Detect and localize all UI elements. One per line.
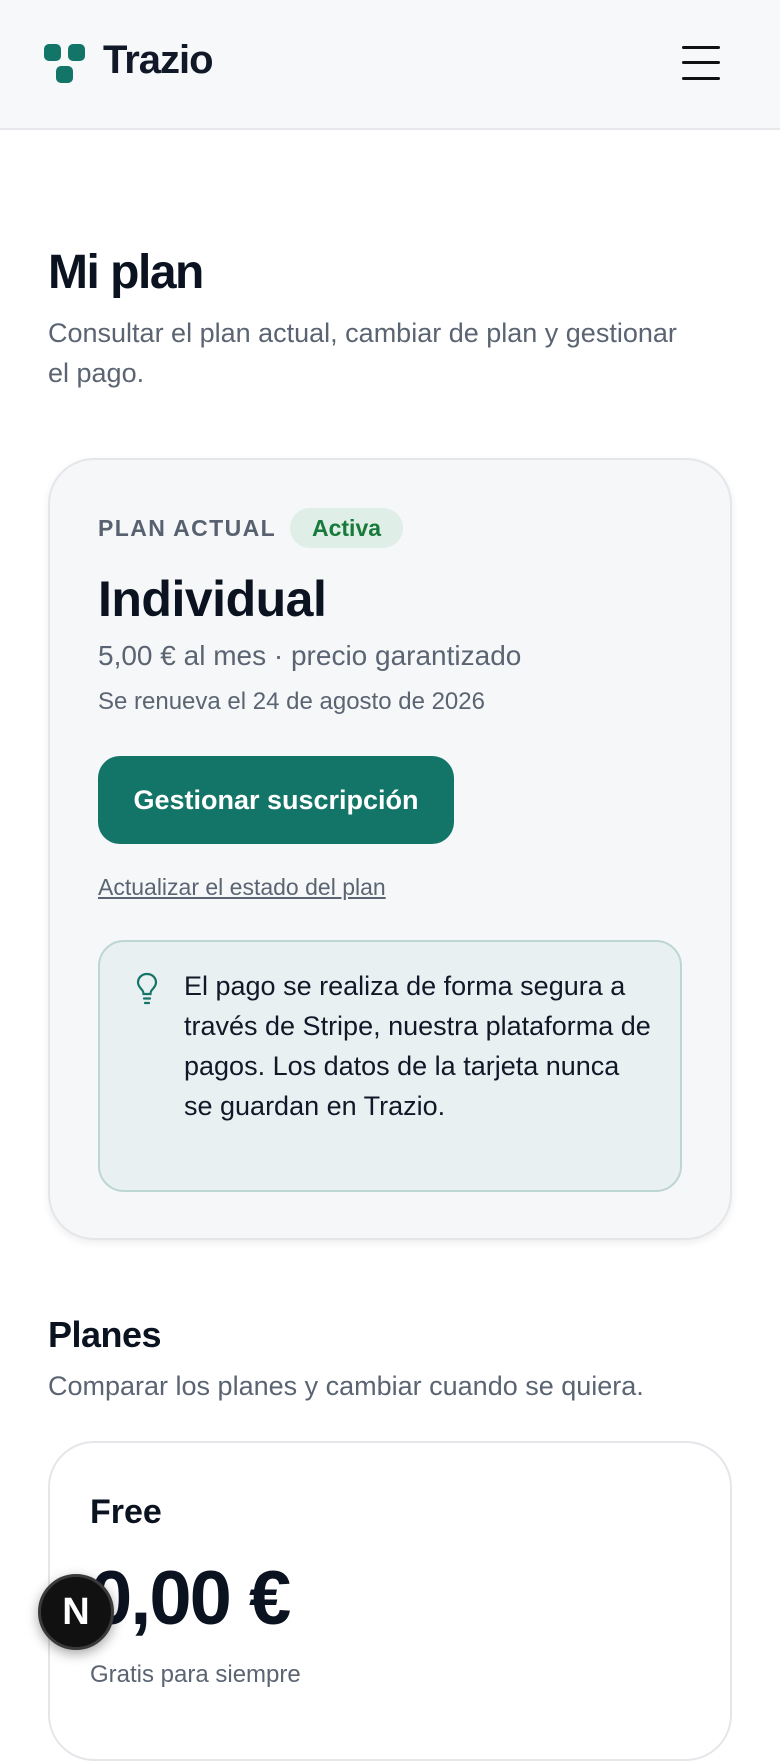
current-plan-card: PLAN ACTUAL Activa Individual 5,00 € al …	[48, 458, 732, 1240]
top-header: Trazio	[0, 0, 780, 130]
manage-subscription-button[interactable]: Gestionar suscripción	[98, 756, 454, 844]
page-subtitle: Consultar el plan actual, cambiar de pla…	[48, 318, 677, 388]
refresh-plan-status-link[interactable]: Actualizar el estado del plan	[98, 874, 386, 901]
plan-card-free: Free 0,00 € Gratis para siempre	[48, 1441, 732, 1761]
plan-name: Free	[90, 1493, 162, 1531]
status-badge: Activa	[290, 508, 404, 548]
lightbulb-icon	[136, 972, 158, 1005]
page-title: Mi plan	[48, 246, 204, 299]
brand-name[interactable]: Trazio	[103, 38, 214, 83]
current-plan-price: 5,00 € al mes · precio garantizado	[98, 640, 522, 671]
plans-section-subtitle: Comparar los planes y cambiar cuando se …	[48, 1371, 644, 1401]
plan-price: 0,00 €	[90, 1556, 291, 1641]
trazio-logo-icon	[44, 44, 86, 84]
payment-info-box: El pago se realiza de forma segura a tra…	[98, 940, 682, 1192]
plan-note: Gratis para siempre	[90, 1661, 301, 1688]
nextjs-dev-icon[interactable]: N	[38, 1574, 114, 1650]
plans-section-title: Planes	[48, 1314, 162, 1355]
payment-info-text: El pago se realiza de forma segura a tra…	[184, 971, 651, 1121]
hamburger-menu-icon[interactable]	[682, 46, 720, 80]
renewal-date: Se renueva el 24 de agosto de 2026	[98, 688, 485, 715]
current-plan-name: Individual	[98, 571, 327, 627]
current-plan-label: PLAN ACTUAL	[98, 515, 277, 541]
